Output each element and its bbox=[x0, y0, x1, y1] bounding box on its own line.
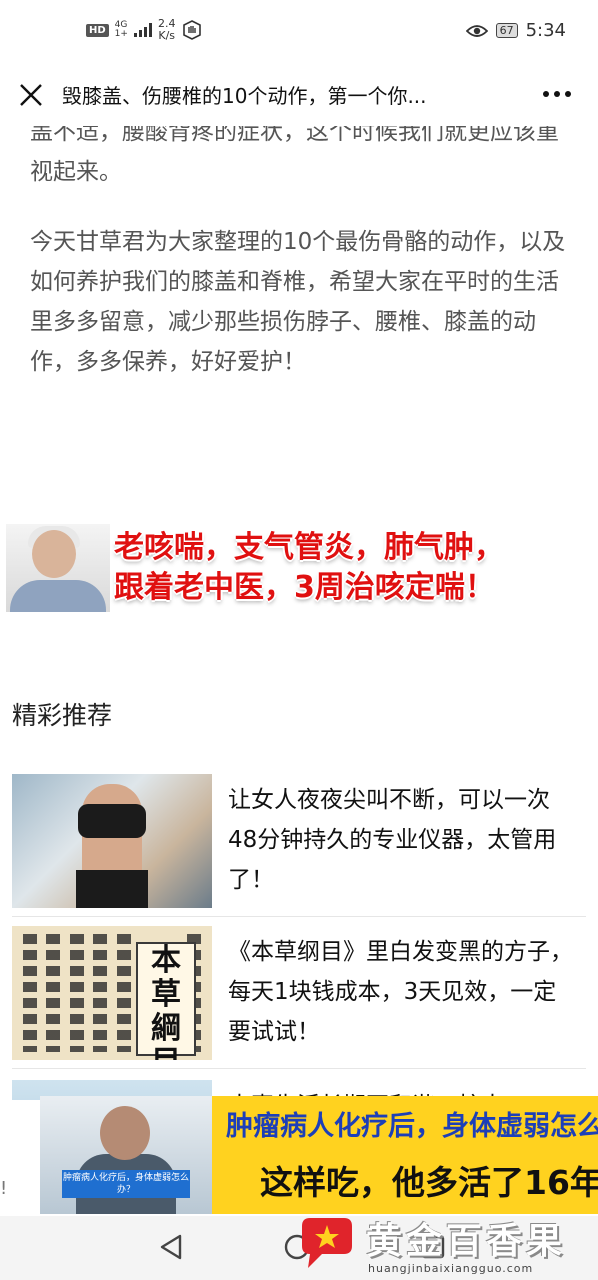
floating-ad[interactable]: 肿瘤病人化疗后，身体虚弱怎么办？ 肿瘤病人化疗后，身体虚弱怎么办 这样吃，他多活… bbox=[40, 1096, 598, 1214]
recommend-thumbnail bbox=[12, 774, 212, 908]
book-cover-text: 本草綱目 bbox=[151, 943, 181, 1061]
network-sub-label: 1+ bbox=[114, 29, 128, 39]
divider bbox=[12, 1068, 586, 1069]
clock: 5:34 bbox=[525, 20, 566, 41]
network-speed: 2.4 K/s bbox=[158, 18, 176, 42]
status-right: 67 5:34 bbox=[465, 20, 566, 41]
ad-line-2: 跟着老中医，3周治咳定喘！ bbox=[114, 570, 495, 605]
recommend-title: 让女人夜夜尖叫不断，可以一次48分钟持久的专业仪器，太管用了！ bbox=[228, 787, 557, 893]
recommend-item[interactable]: 本草綱目 《本草纲目》里白发变黑的方子，每天1块钱成本，3天见效，一定要试试！ bbox=[12, 926, 586, 1064]
signal-icon bbox=[133, 23, 152, 37]
hd-badge: HD bbox=[86, 23, 109, 37]
status-left: HD 4G 1+ 2.4 K/s bbox=[86, 18, 203, 42]
network-type: 4G 1+ bbox=[115, 21, 128, 39]
page-title: 毁膝盖、伤腰椎的10个动作，第一个你... bbox=[62, 84, 427, 108]
battery-icon: 67 bbox=[495, 23, 518, 38]
recommend-title: 《本草纲目》里白发变黑的方子，每天1块钱成本，3天见效，一定要试试！ bbox=[228, 939, 573, 1045]
article-paragraph: 今天甘草君为大家整理的10个最伤骨骼的动作，以及如何养护我们的膝盖和脊椎，希望大… bbox=[30, 229, 566, 375]
watermark-name: 黄金百香果 bbox=[366, 1221, 567, 1262]
hand-icon bbox=[183, 20, 202, 40]
status-bar: HD 4G 1+ 2.4 K/s 67 5:34 bbox=[0, 0, 598, 64]
floating-ad-photo: 肿瘤病人化疗后，身体虚弱怎么办？ bbox=[40, 1096, 212, 1214]
more-icon[interactable] bbox=[542, 89, 572, 99]
section-title: 精彩推荐 bbox=[12, 701, 113, 730]
speed-unit: K/s bbox=[158, 29, 176, 42]
watermark-logo-icon bbox=[302, 1218, 352, 1268]
close-icon[interactable] bbox=[18, 82, 44, 108]
floating-ad-line-2: 这样吃，他多活了16年！ bbox=[260, 1163, 598, 1202]
floating-ad-caption: 肿瘤病人化疗后，身体虚弱怎么办？ bbox=[62, 1170, 190, 1198]
article-paragraph: 盖不适，腰酸背疼的症状，这个时候我们就更应该重视起来。 bbox=[30, 126, 559, 185]
ad-photo bbox=[6, 524, 110, 612]
book-cover-title: 本草綱目 bbox=[136, 942, 196, 1060]
watermark-url: huangjinbaixiangguo.com bbox=[368, 1262, 534, 1275]
ad-banner[interactable]: 老咳喘，支气管炎，肺气肿， 跟着老中医，3周治咳定喘！ bbox=[0, 524, 598, 612]
floating-ad-edge-marker: ! bbox=[0, 1178, 8, 1199]
back-nav-icon[interactable] bbox=[156, 1232, 186, 1262]
ad-text: 老咳喘，支气管炎，肺气肿， 跟着老中医，3周治咳定喘！ bbox=[114, 528, 504, 608]
recommend-item[interactable]: 让女人夜夜尖叫不断，可以一次48分钟持久的专业仪器，太管用了！ bbox=[12, 774, 586, 912]
divider bbox=[12, 916, 586, 917]
more-menu-button[interactable] bbox=[542, 80, 572, 105]
ad-line-1: 老咳喘，支气管炎，肺气肿， bbox=[114, 530, 504, 565]
floating-ad-line-1: 肿瘤病人化疗后，身体虚弱怎么办 bbox=[226, 1111, 598, 1142]
recommend-thumbnail: 本草綱目 bbox=[12, 926, 212, 1060]
article-content[interactable]: 盖不适，腰酸背疼的症状，这个时候我们就更应该重视起来。 今天甘草君为大家整理的1… bbox=[0, 126, 598, 1216]
title-bar: 毁膝盖、伤腰椎的10个动作，第一个你... bbox=[0, 64, 598, 126]
eye-icon bbox=[465, 24, 488, 37]
